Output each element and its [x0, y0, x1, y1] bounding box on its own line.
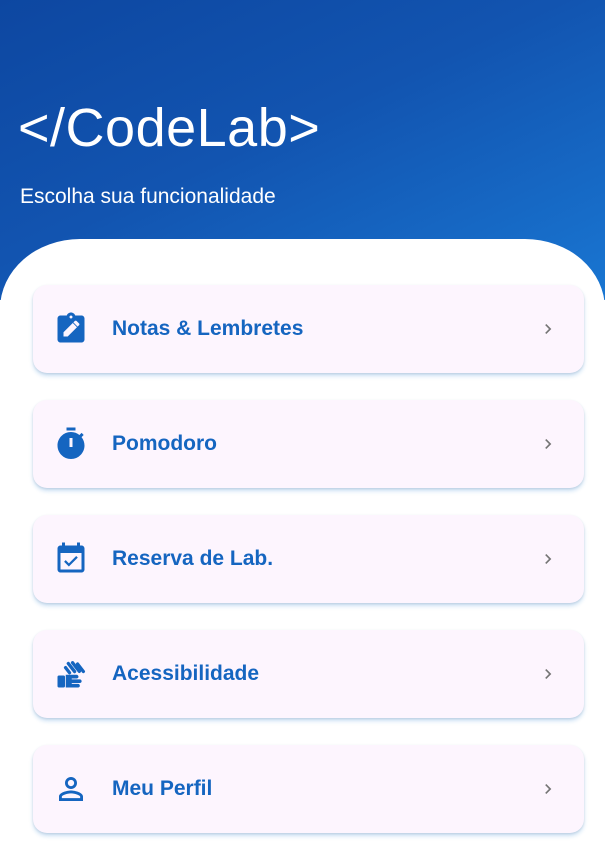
menu-item-pomodoro[interactable]: Pomodoro — [33, 400, 584, 488]
page-subtitle: Escolha sua funcionalidade — [20, 185, 276, 208]
app-title: </CodeLab> — [18, 98, 321, 158]
menu-item-reserva-lab[interactable]: Reserva de Lab. — [33, 515, 584, 603]
sign-language-icon — [53, 656, 89, 692]
chevron-right-icon — [538, 779, 558, 799]
person-icon — [53, 771, 89, 807]
menu-item-notas-lembretes[interactable]: Notas & Lembretes — [33, 285, 584, 373]
menu-item-label: Notas & Lembretes — [112, 317, 304, 340]
content-panel: Notas & Lembretes Pomodoro Reserva de La… — [0, 239, 605, 850]
feature-menu: Notas & Lembretes Pomodoro Reserva de La… — [33, 285, 584, 860]
menu-item-label: Meu Perfil — [112, 777, 213, 800]
event-available-icon — [53, 541, 89, 577]
menu-item-meu-perfil[interactable]: Meu Perfil — [33, 745, 584, 833]
menu-item-label: Acessibilidade — [112, 662, 260, 685]
menu-item-label: Pomodoro — [112, 432, 217, 455]
menu-item-label: Reserva de Lab. — [112, 547, 274, 570]
menu-item-acessibilidade[interactable]: Acessibilidade — [33, 630, 584, 718]
chevron-right-icon — [538, 434, 558, 454]
chevron-right-icon — [538, 664, 558, 684]
timer-icon — [53, 426, 89, 462]
assignment-edit-icon — [53, 311, 89, 347]
chevron-right-icon — [538, 319, 558, 339]
chevron-right-icon — [538, 549, 558, 569]
